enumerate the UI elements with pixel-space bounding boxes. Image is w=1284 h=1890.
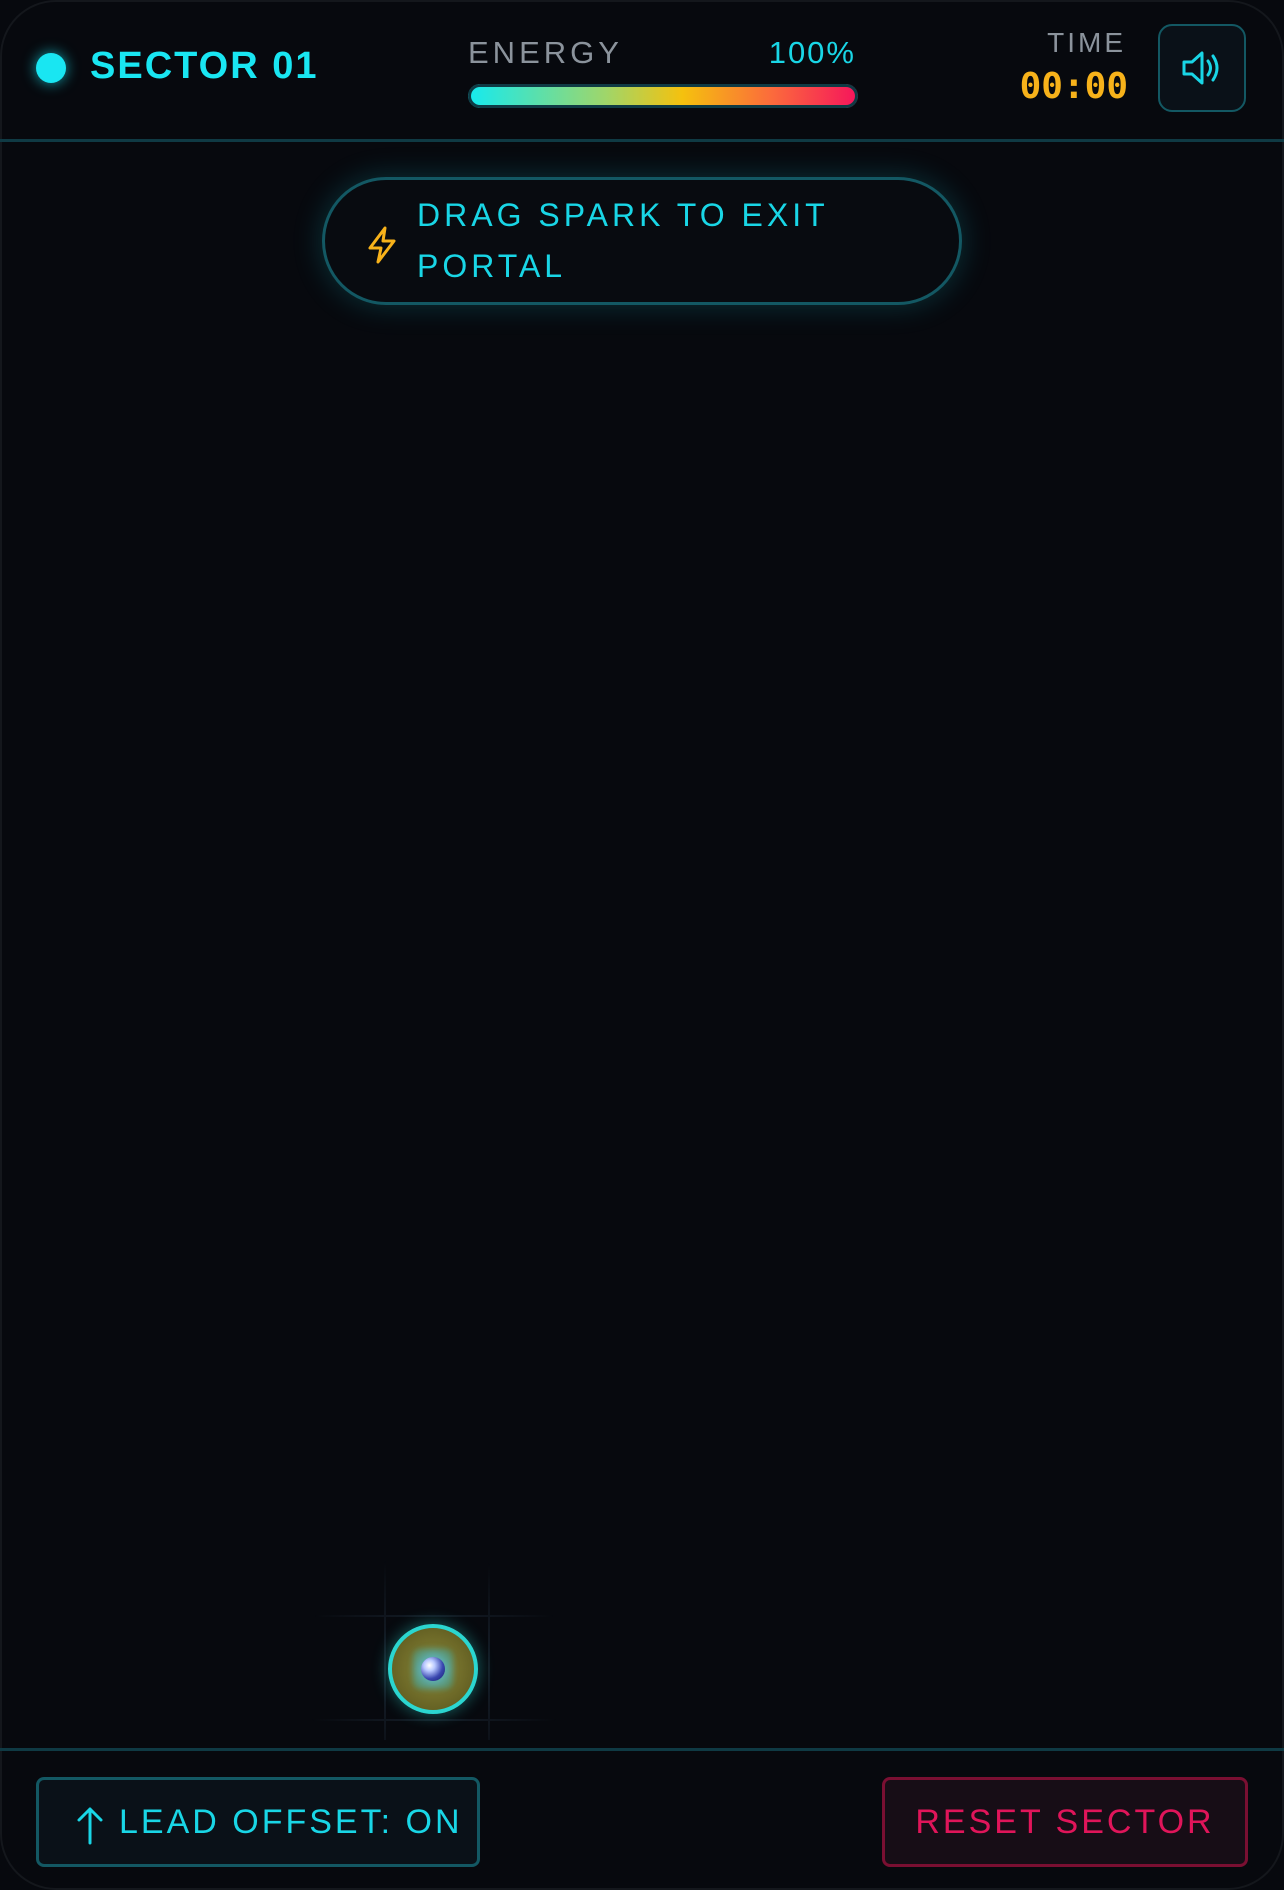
reset-sector-label: RESET SECTOR <box>915 1803 1215 1841</box>
status-indicator-dot <box>36 53 66 83</box>
speaker-volume-icon <box>1182 51 1219 85</box>
reset-sector-button[interactable]: RESET SECTOR <box>882 1777 1248 1867</box>
sector-title: SECTOR 01 <box>90 45 319 87</box>
energy-value: 100% <box>768 35 856 70</box>
lead-offset-toggle-button[interactable]: LEAD OFFSET: ON <box>36 1777 480 1867</box>
energy-label: ENERGY <box>468 35 623 70</box>
hud-header: SECTOR 01 ENERGY 100% TIME 00:00 <box>0 0 1284 142</box>
playfield[interactable] <box>0 142 1284 1748</box>
spark-orb-icon[interactable] <box>421 1657 445 1681</box>
game-screen: SECTOR 01 ENERGY 100% TIME 00:00 DRAG SP… <box>0 0 1284 1890</box>
sound-toggle-button[interactable] <box>1158 24 1246 112</box>
time-label: TIME <box>1047 27 1126 58</box>
time-value: 00:00 <box>1019 66 1128 107</box>
arrow-up-icon <box>77 1807 103 1845</box>
energy-bar <box>468 84 858 108</box>
energy-bar-fill <box>468 84 858 108</box>
hud-footer: LEAD OFFSET: ON RESET SECTOR <box>0 1748 1284 1890</box>
lead-offset-label: LEAD OFFSET: ON <box>119 1803 463 1841</box>
